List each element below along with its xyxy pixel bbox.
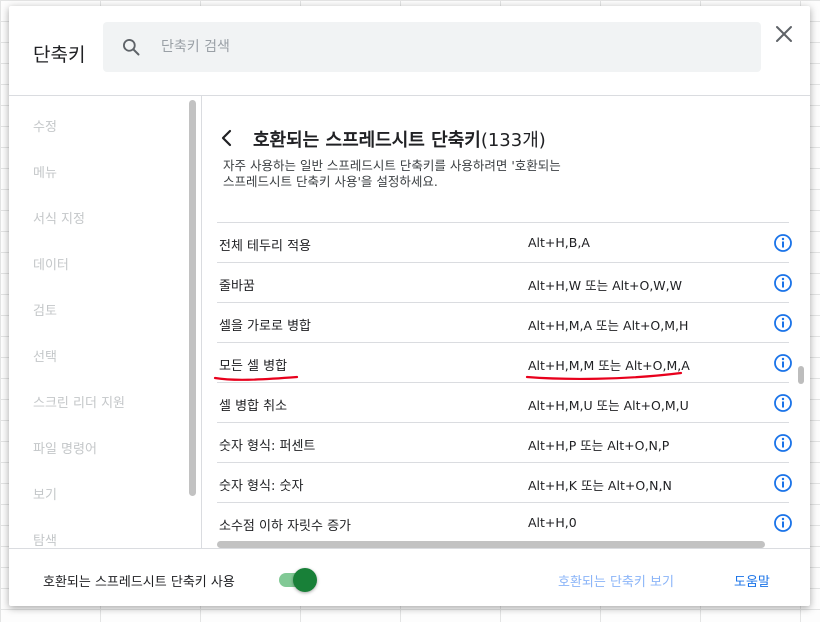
shortcut-name: 셀 병합 취소	[219, 399, 288, 414]
shortcut-name: 모든 셀 병합	[219, 359, 288, 374]
sidebar-scrollbar[interactable]	[189, 100, 196, 496]
shortcut-keys: Alt+H,M,U 또는 Alt+O,M,U	[528, 398, 689, 413]
sidebar-item-select[interactable]: 선택	[33, 346, 57, 365]
section-header: 호환되는 스프레드시트 단축키(133개) 자주 사용하는 일반 스프레드시트 …	[203, 96, 810, 222]
section-description-line: 스프레드시트 단축키 사용'을 설정하세요.	[223, 174, 438, 189]
sidebar: 수정 메뉴 서식 지정 데이터 검토 선택 스크린 리더 지원 파일 명령어 보…	[9, 96, 202, 548]
shortcut-name: 소수점 이하 자릿수 증가	[219, 519, 351, 534]
close-icon[interactable]	[772, 22, 796, 46]
dialog-title: 단축키	[33, 44, 86, 66]
shortcut-keys: Alt+H,P 또는 Alt+O,N,P	[528, 438, 670, 453]
shortcut-row: 셀을 가로로 병합 Alt+H,M,A 또는 Alt+O,M,H	[217, 302, 792, 342]
sidebar-item-navigation[interactable]: 탐색	[33, 530, 57, 548]
shortcut-list: 전체 테두리 적용 Alt+H,B,A 줄바꿈 Alt+H,W 또는 Alt+O…	[203, 222, 796, 538]
shortcut-keys: Alt+H,K 또는 Alt+O,N,N	[528, 478, 672, 493]
shortcut-row: 숫자 형식: 퍼센트 Alt+H,P 또는 Alt+O,N,P	[217, 422, 792, 462]
shortcut-keys: Alt+H,B,A	[528, 235, 590, 250]
search-box[interactable]	[103, 22, 761, 72]
compat-shortcuts-label: 호환되는 스프레드시트 단축키 사용	[43, 575, 235, 590]
shortcut-keys: Alt+H,W 또는 Alt+O,W,W	[528, 278, 682, 293]
info-icon[interactable]	[773, 273, 793, 293]
shortcut-row: 숫자 형식: 숫자 Alt+H,K 또는 Alt+O,N,N	[217, 462, 792, 502]
info-icon[interactable]	[773, 473, 793, 493]
info-icon[interactable]	[773, 353, 793, 373]
back-arrow-icon[interactable]	[217, 128, 237, 148]
shortcuts-dialog: 단축키 수정 메뉴 서식 지정 데이터 검토 선택 스크린 리더 지원 파일 명…	[9, 6, 810, 606]
sidebar-item-edit[interactable]: 수정	[33, 116, 57, 135]
list-vertical-scrollbar[interactable]	[798, 366, 804, 384]
shortcut-name: 숫자 형식: 퍼센트	[219, 439, 316, 454]
sidebar-item-screen-reader[interactable]: 스크린 리더 지원	[33, 392, 125, 411]
toggle-thumb	[293, 568, 317, 592]
view-compat-shortcuts-link[interactable]: 호환되는 단축키 보기	[558, 571, 674, 590]
shortcut-row: 셀 병합 취소 Alt+H,M,U 또는 Alt+O,M,U	[217, 382, 792, 422]
info-icon[interactable]	[773, 233, 793, 253]
sidebar-item-format[interactable]: 서식 지정	[33, 208, 85, 227]
info-icon[interactable]	[773, 433, 793, 453]
list-horizontal-scrollbar[interactable]	[217, 541, 765, 548]
shortcut-name: 전체 테두리 적용	[219, 239, 311, 254]
sidebar-item-file-commands[interactable]: 파일 명령어	[33, 438, 97, 457]
info-icon[interactable]	[773, 313, 793, 333]
section-title-text: 호환되는 스프레드시트 단축키	[253, 130, 481, 151]
sidebar-item-view[interactable]: 보기	[33, 484, 57, 503]
section-count: (133개)	[480, 130, 546, 151]
search-icon	[123, 39, 140, 56]
sidebar-item-review[interactable]: 검토	[33, 300, 57, 319]
shortcut-keys: Alt+H,0	[528, 515, 577, 530]
sidebar-item-menu[interactable]: 메뉴	[33, 162, 57, 181]
shortcut-row: 줄바꿈 Alt+H,W 또는 Alt+O,W,W	[217, 262, 792, 302]
shortcut-keys: Alt+H,M,M 또는 Alt+O,M,A	[528, 358, 690, 373]
shortcut-name: 숫자 형식: 숫자	[219, 479, 304, 494]
section-description-line: 자주 사용하는 일반 스프레드시트 단축키를 사용하려면 '호환되는	[223, 158, 561, 173]
sidebar-item-data[interactable]: 데이터	[33, 254, 69, 273]
search-input[interactable]	[161, 22, 741, 72]
info-icon[interactable]	[773, 513, 793, 533]
shortcut-row: 모든 셀 병합 Alt+H,M,M 또는 Alt+O,M,A	[217, 342, 792, 382]
shortcut-row: 소수점 이하 자릿수 증가 Alt+H,0	[217, 502, 792, 538]
shortcut-name: 셀을 가로로 병합	[219, 319, 311, 334]
shortcut-row: 전체 테두리 적용 Alt+H,B,A	[217, 222, 792, 262]
shortcut-name: 줄바꿈	[219, 279, 255, 294]
section-description: 자주 사용하는 일반 스프레드시트 단축키를 사용하려면 '호환되는 스프레드시…	[223, 158, 643, 190]
shortcut-keys: Alt+H,M,A 또는 Alt+O,M,H	[528, 318, 689, 333]
footer-divider	[9, 548, 810, 549]
help-link[interactable]: 도움말	[734, 571, 770, 590]
compat-shortcuts-toggle[interactable]	[279, 567, 317, 592]
section-title: 호환되는 스프레드시트 단축키(133개)	[253, 126, 546, 152]
info-icon[interactable]	[773, 393, 793, 413]
